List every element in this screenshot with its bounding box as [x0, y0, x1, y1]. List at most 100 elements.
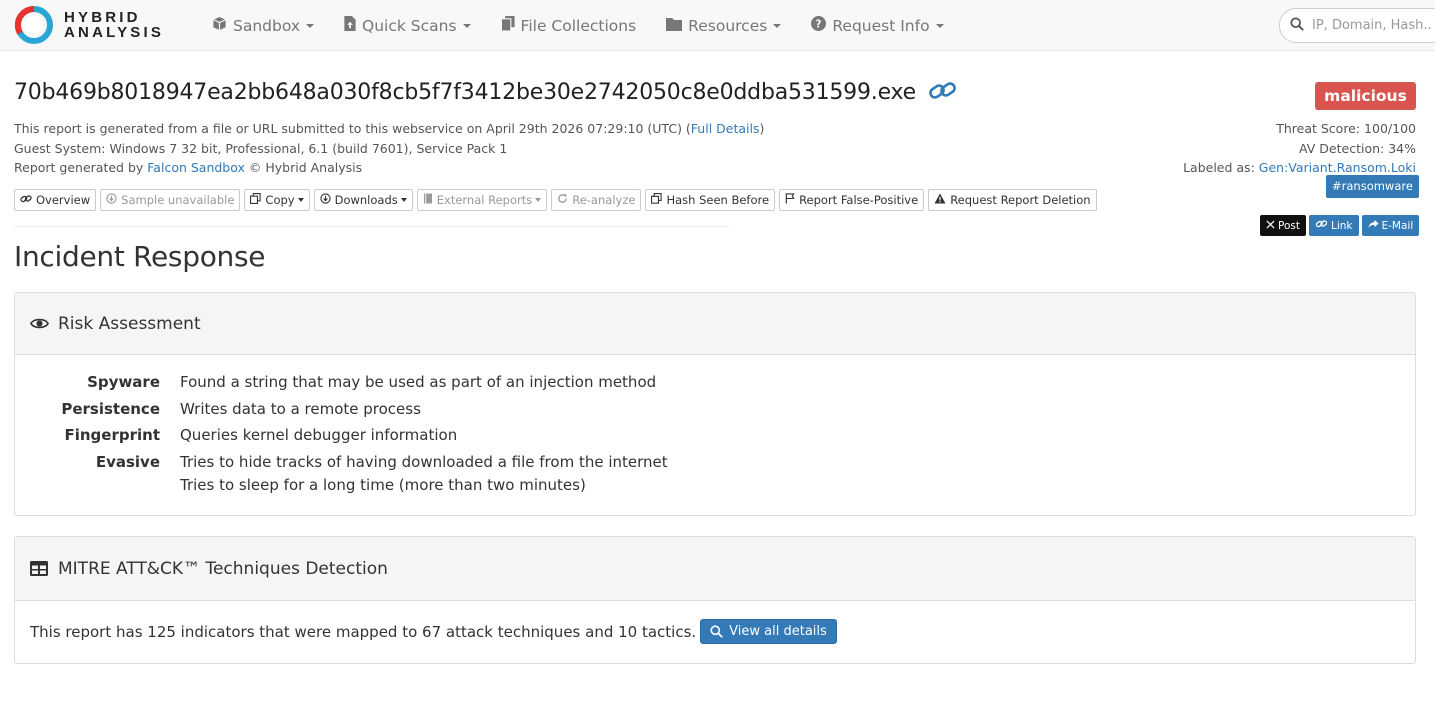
- search-icon: [710, 625, 723, 638]
- risk-label: Spyware: [87, 373, 160, 391]
- report-meta: This report is generated from a file or …: [14, 119, 764, 178]
- copy-label: Copy: [265, 193, 295, 207]
- downloads-button[interactable]: Downloads: [313, 189, 413, 211]
- eye-icon: [30, 317, 50, 330]
- hash-seen-before-button[interactable]: Hash Seen Before: [645, 189, 776, 211]
- nav-sandbox[interactable]: Sandbox: [212, 16, 315, 35]
- caret-down-icon: [462, 23, 471, 28]
- share-icon: [1367, 219, 1379, 232]
- search-icon[interactable]: [1290, 16, 1304, 35]
- link-label: Link: [1330, 219, 1353, 232]
- nav-resources-label: Resources: [688, 16, 768, 35]
- mitre-header[interactable]: MITRE ATT&CK™ Techniques Detection: [15, 537, 1415, 601]
- request-deletion-button[interactable]: Request Report Deletion: [928, 189, 1097, 211]
- generated-prefix: Report generated by: [14, 160, 148, 175]
- labeled-prefix: Labeled as:: [1183, 160, 1259, 175]
- risk-row-fingerprint: Fingerprint Queries kernel debugger info…: [15, 424, 1415, 447]
- mitre-panel: MITRE ATT&CK™ Techniques Detection This …: [14, 536, 1416, 664]
- nav-quick-scans[interactable]: Quick Scans: [344, 16, 471, 35]
- mitre-summary: This report has 125 indicators that were…: [30, 619, 837, 644]
- risk-value: Queries kernel debugger information: [180, 426, 458, 444]
- generated-by: Report generated by Falcon Sandbox © Hyb…: [14, 158, 764, 178]
- refresh-icon: [557, 193, 568, 207]
- x-logo-icon: [1266, 219, 1275, 232]
- risk-value: Tries to sleep for a long time (more tha…: [180, 475, 586, 494]
- link-icon: [20, 194, 32, 207]
- incident-response-title: Incident Response: [14, 240, 266, 273]
- x-post-button[interactable]: Post: [1260, 215, 1306, 236]
- warning-icon: [934, 193, 946, 207]
- question-circle-icon: ?: [811, 16, 827, 35]
- nav-sandbox-label: Sandbox: [233, 16, 301, 35]
- cube-icon: [212, 16, 227, 35]
- sample-unavailable-label: Sample unavailable: [121, 193, 235, 207]
- file-upload-icon: [344, 16, 356, 35]
- risk-label: Evasive: [95, 452, 160, 471]
- table-icon: [30, 561, 50, 576]
- share-link-button[interactable]: Link: [1308, 215, 1359, 236]
- download-circle-icon: [319, 193, 331, 207]
- report-toolbar: Overview Sample unavailable Copy Downloa…: [14, 189, 1101, 211]
- report-hash-filename: 70b469b8018947ea2bb648a030f8cb5f7f3412be…: [14, 80, 916, 105]
- submission-text: This report is generated from a file or …: [14, 121, 691, 136]
- falcon-sandbox-link[interactable]: Falcon Sandbox: [147, 160, 245, 175]
- share-buttons: Post Link E-Mail: [1260, 215, 1422, 236]
- risk-assessment-title: Risk Assessment: [58, 313, 201, 334]
- risk-row-persistence: Persistence Writes data to a remote proc…: [15, 398, 1415, 421]
- score-summary: Threat Score: 100/100 AV Detection: 34% …: [1183, 119, 1416, 178]
- reanalyze-button[interactable]: Re-analyze: [551, 189, 642, 211]
- risk-list: Spyware Found a string that may be used …: [15, 371, 1415, 500]
- book-icon: [423, 193, 433, 207]
- brand-line2: ANALYSIS: [64, 24, 165, 41]
- report-false-positive-label: Report False-Positive: [799, 193, 919, 207]
- downloads-label: Downloads: [334, 193, 398, 207]
- ransomware-tag[interactable]: #ransomware: [1326, 175, 1419, 198]
- files-icon: [500, 16, 515, 35]
- email-label: E-Mail: [1381, 219, 1414, 232]
- download-circle-icon: [106, 193, 117, 207]
- svg-text:?: ?: [816, 19, 822, 31]
- flag-icon: [785, 193, 795, 207]
- external-reports-button[interactable]: External Reports: [416, 189, 548, 211]
- hybrid-analysis-logo[interactable]: HYBRID ANALYSIS: [14, 5, 164, 45]
- nav-file-collections[interactable]: File Collections: [500, 16, 637, 35]
- hash-seen-before-label: Hash Seen Before: [666, 193, 770, 207]
- view-all-details-button[interactable]: View all details: [700, 619, 837, 644]
- main-nav: Sandbox Quick Scans File Collections Res…: [212, 0, 974, 51]
- submission-suffix: ): [759, 121, 765, 136]
- caret-down-icon: [935, 23, 944, 28]
- copy-icon: [250, 193, 262, 207]
- label-link[interactable]: Gen:Variant.Ransom.Loki: [1259, 160, 1416, 175]
- risk-value: Writes data to a remote process: [180, 399, 421, 418]
- search-input[interactable]: [1312, 18, 1432, 33]
- copy-button[interactable]: Copy: [244, 189, 310, 211]
- email-button[interactable]: E-Mail: [1361, 215, 1420, 236]
- sample-unavailable-button[interactable]: Sample unavailable: [100, 189, 241, 211]
- full-details-link[interactable]: Full Details: [691, 121, 760, 136]
- logo-ring-icon: [14, 5, 53, 44]
- clone-icon: [651, 193, 663, 207]
- risk-row-spyware: Spyware Found a string that may be used …: [15, 371, 1415, 394]
- nav-file-collections-label: File Collections: [520, 16, 637, 35]
- nav-resources[interactable]: Resources: [666, 16, 782, 35]
- guest-system: Guest System: Windows 7 32 bit, Professi…: [14, 140, 508, 156]
- risk-label: Persistence: [61, 399, 160, 418]
- request-deletion-label: Request Report Deletion: [950, 193, 1091, 207]
- nav-request-info[interactable]: ? Request Info: [811, 16, 944, 35]
- generated-suffix: © Hybrid Analysis: [244, 160, 363, 175]
- nav-quick-scans-label: Quick Scans: [362, 16, 457, 35]
- overview-button[interactable]: Overview: [14, 189, 97, 211]
- permalink-icon[interactable]: [928, 81, 958, 107]
- nav-request-info-label: Request Info: [832, 16, 930, 35]
- reanalyze-label: Re-analyze: [572, 193, 636, 207]
- link-icon: [1315, 219, 1328, 232]
- search-box: [1279, 8, 1435, 43]
- overview-label: Overview: [36, 193, 91, 207]
- header-divider: [14, 226, 730, 227]
- risk-assessment-header[interactable]: Risk Assessment: [15, 293, 1415, 355]
- verdict-badge: malicious: [1315, 82, 1416, 110]
- external-reports-label: External Reports: [436, 193, 533, 207]
- mitre-title: MITRE ATT&CK™ Techniques Detection: [58, 558, 388, 579]
- threat-score: Threat Score: 100/100: [1276, 121, 1416, 136]
- report-false-positive-button[interactable]: Report False-Positive: [779, 189, 925, 211]
